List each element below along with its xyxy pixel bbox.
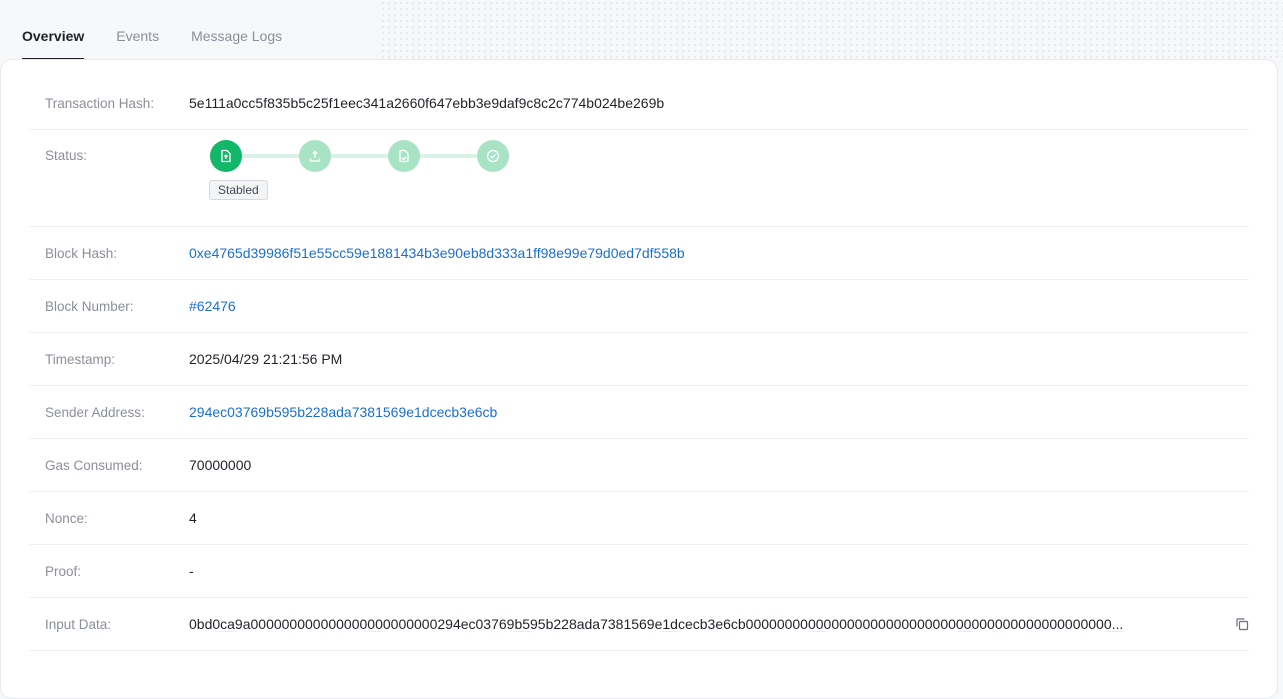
row-transaction-hash: Transaction Hash: 5e111a0cc5f835b5c25f1e… <box>29 77 1249 130</box>
row-block-hash: Block Hash: 0xe4765d39986f51e55cc59e1881… <box>29 227 1249 280</box>
value-gas-consumed: 70000000 <box>189 457 252 473</box>
value-transaction-hash: 5e111a0cc5f835b5c25f1eec341a2660f647ebb3… <box>189 95 665 111</box>
tab-bar: Overview Events Message Logs <box>22 0 282 60</box>
label-transaction-hash: Transaction Hash: <box>45 95 155 111</box>
label-proof: Proof: <box>45 563 82 579</box>
tab-overview[interactable]: Overview <box>22 0 85 60</box>
row-sender-address: Sender Address: 294ec03769b595b228ada738… <box>29 386 1249 439</box>
label-nonce: Nonce: <box>45 510 88 526</box>
tab-message-logs[interactable]: Message Logs <box>191 0 282 60</box>
file-upload-icon <box>210 140 242 172</box>
label-sender-address: Sender Address: <box>45 404 145 420</box>
value-timestamp: 2025/04/29 21:21:56 PM <box>189 351 343 367</box>
document-icon <box>388 140 420 172</box>
status-badge: Stabled <box>209 180 268 200</box>
check-circle-icon <box>477 140 509 172</box>
value-input-data: 0bd0ca9a000000000000000000000000294ec037… <box>189 616 1124 632</box>
upload-icon <box>299 140 331 172</box>
row-gas-consumed: Gas Consumed: 70000000 <box>29 439 1249 492</box>
input-data-container: 0bd0ca9a000000000000000000000000294ec037… <box>189 616 1249 632</box>
label-block-number: Block Number: <box>45 298 134 314</box>
label-block-hash: Block Hash: <box>45 245 118 261</box>
header-dot-pattern <box>380 0 1283 60</box>
overview-card: Transaction Hash: 5e111a0cc5f835b5c25f1e… <box>0 59 1278 699</box>
tab-events[interactable]: Events <box>116 0 159 60</box>
label-status: Status: <box>45 148 88 163</box>
value-nonce: 4 <box>189 510 197 526</box>
value-proof: - <box>189 563 194 579</box>
sender-address-link[interactable]: 294ec03769b595b228ada7381569e1dcecb3e6cb <box>189 404 497 420</box>
row-input-data: Input Data: 0bd0ca9a00000000000000000000… <box>29 598 1249 651</box>
label-input-data: Input Data: <box>45 616 112 632</box>
copy-icon[interactable] <box>1235 617 1249 631</box>
stepper-line <box>225 154 491 158</box>
row-timestamp: Timestamp: 2025/04/29 21:21:56 PM <box>29 333 1249 386</box>
label-gas-consumed: Gas Consumed: <box>45 457 143 473</box>
row-status: Status: Stabled <box>29 130 1249 227</box>
block-number-link[interactable]: #62476 <box>189 298 236 314</box>
row-block-number: Block Number: #62476 <box>29 280 1249 333</box>
label-timestamp: Timestamp: <box>45 351 116 367</box>
block-hash-link[interactable]: 0xe4765d39986f51e55cc59e1881434b3e90eb8d… <box>189 245 685 261</box>
row-proof: Proof: - <box>29 545 1249 598</box>
row-nonce: Nonce: 4 <box>29 492 1249 545</box>
status-stepper: Stabled <box>189 140 529 218</box>
